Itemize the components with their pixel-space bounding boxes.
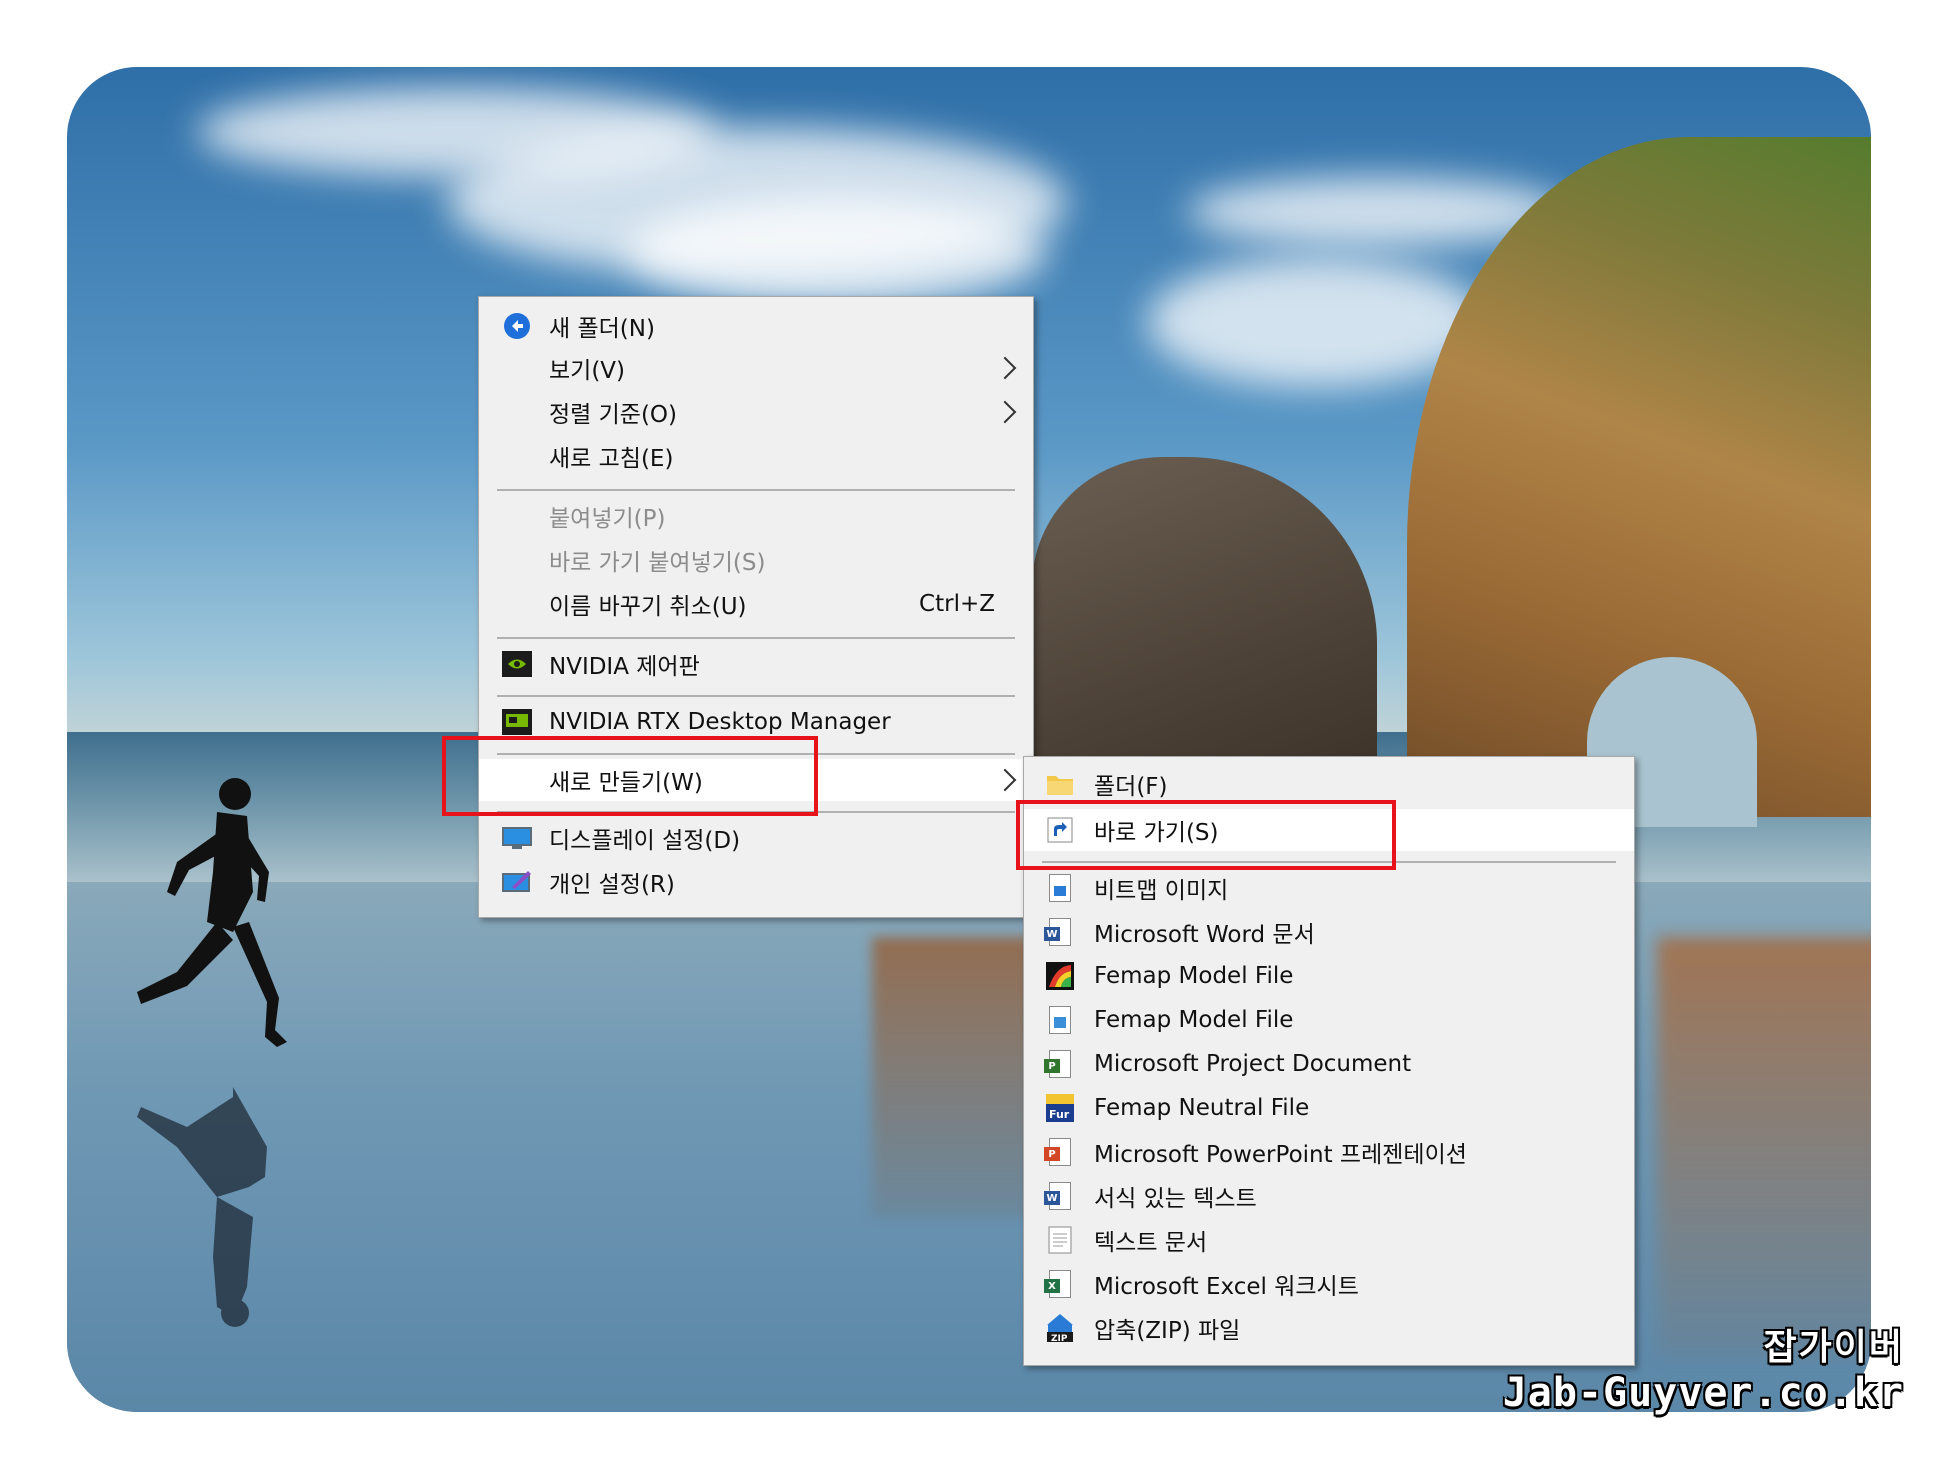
menu-item-label: Microsoft Project Document [1094, 1051, 1412, 1077]
menu-item-new-folder[interactable]: 새 폴더(N) [479, 305, 1033, 347]
menu-item-label: 폴더(F) [1094, 774, 1168, 800]
submenu-item-femap-model-2[interactable]: Femap Model File [1024, 999, 1634, 1041]
menu-item-label: Femap Model File [1094, 1007, 1294, 1033]
runner-silhouette [137, 778, 287, 1047]
menu-item-label: 개인 설정(R) [549, 872, 675, 898]
excel-icon: X [1044, 1268, 1076, 1300]
menu-item-personalize[interactable]: 개인 설정(R) [479, 861, 1033, 903]
menu-item-display-settings[interactable]: 디스플레이 설정(D) [479, 817, 1033, 859]
rich-text-icon: W [1044, 1180, 1076, 1212]
personalize-icon [501, 866, 533, 898]
submenu-item-word[interactable]: W Microsoft Word 문서 [1024, 911, 1634, 953]
menu-item-label: 바로 가기 붙여넣기(S) [549, 550, 766, 576]
highlight-box-shortcut [1016, 800, 1396, 870]
new-folder-icon [501, 310, 533, 342]
cloud [627, 197, 1047, 307]
femap-model-doc-icon [1044, 1004, 1076, 1036]
femap-model-icon [1044, 960, 1076, 992]
zip-folder-icon: ZIP [1044, 1312, 1076, 1344]
word-icon: W [1044, 916, 1076, 948]
menu-item-label: 이름 바꾸기 취소(U) [549, 594, 747, 620]
submenu-item-excel[interactable]: X Microsoft Excel 워크시트 [1024, 1263, 1634, 1305]
submenu-item-bitmap[interactable]: 비트맵 이미지 [1024, 867, 1634, 909]
menu-separator [497, 489, 1015, 491]
femap-neutral-icon: Fur [1044, 1092, 1076, 1124]
menu-item-label: 보기(V) [549, 358, 626, 384]
menu-item-label: 정렬 기준(O) [549, 402, 678, 428]
watermark-line1: 잡가이버 [1763, 1327, 1904, 1368]
submenu-item-femap-neutral[interactable]: Fur Femap Neutral File [1024, 1087, 1634, 1129]
desktop-context-menu: 새 폴더(N) 보기(V) 정렬 기준(O) 새로 고침(E) 붙여넣기(P) … [478, 296, 1034, 918]
menu-item-paste-shortcut[interactable]: 바로 가기 붙여넣기(S) [479, 539, 1033, 581]
display-icon [501, 822, 533, 854]
folder-icon [1044, 768, 1076, 800]
rock [1032, 457, 1377, 797]
chevron-right-icon [993, 356, 1017, 380]
menu-item-label: 새 폴더(N) [549, 316, 655, 342]
menu-item-label: Microsoft Excel 워크시트 [1094, 1274, 1359, 1300]
nvidia-icon [501, 648, 533, 680]
menu-item-nvidia-control-panel[interactable]: NVIDIA 제어판 [479, 643, 1033, 685]
menu-item-paste[interactable]: 붙여넣기(P) [479, 495, 1033, 537]
shortcut-text: Ctrl+Z [919, 591, 995, 617]
menu-item-label: NVIDIA 제어판 [549, 654, 700, 680]
menu-item-view[interactable]: 보기(V) [479, 347, 1033, 389]
menu-separator [497, 637, 1015, 639]
bitmap-icon [1044, 872, 1076, 904]
menu-item-label: Microsoft Word 문서 [1094, 922, 1315, 948]
menu-item-label: Microsoft PowerPoint 프레젠테이션 [1094, 1142, 1467, 1168]
runner-reflection [137, 1087, 267, 1327]
powerpoint-icon: P [1044, 1136, 1076, 1168]
cliff-reflection [1657, 937, 1871, 1357]
text-document-icon [1044, 1224, 1076, 1256]
menu-item-label: 디스플레이 설정(D) [549, 828, 741, 854]
menu-item-label: 붙여넣기(P) [549, 506, 666, 532]
menu-item-label: 텍스트 문서 [1094, 1230, 1208, 1256]
submenu-item-powerpoint[interactable]: P Microsoft PowerPoint 프레젠테이션 [1024, 1131, 1634, 1173]
menu-item-label: 압축(ZIP) 파일 [1094, 1318, 1241, 1344]
submenu-item-text-document[interactable]: 텍스트 문서 [1024, 1219, 1634, 1261]
menu-item-undo-rename[interactable]: 이름 바꾸기 취소(U) Ctrl+Z [479, 583, 1033, 625]
menu-item-sort-by[interactable]: 정렬 기준(O) [479, 391, 1033, 433]
chevron-right-icon [993, 400, 1017, 424]
svg-text:Fur: Fur [1049, 1108, 1070, 1121]
menu-item-label: NVIDIA RTX Desktop Manager [549, 709, 891, 735]
menu-item-label: Femap Neutral File [1094, 1095, 1310, 1121]
watermark-line2: Jab-Guyver.co.kr [1502, 1370, 1904, 1416]
watermark: 잡가이버 Jab-Guyver.co.kr [1503, 1318, 1904, 1416]
svg-text:ZIP: ZIP [1051, 1334, 1068, 1343]
menu-item-label: 새로 고침(E) [549, 446, 674, 472]
project-icon: P [1044, 1048, 1076, 1080]
menu-item-label: 서식 있는 텍스트 [1094, 1186, 1257, 1212]
chevron-right-icon [993, 768, 1017, 792]
submenu-item-femap-model[interactable]: Femap Model File [1024, 955, 1634, 997]
highlight-box-new [442, 736, 818, 816]
nvidia-rtx-icon [501, 706, 533, 738]
menu-item-label: 비트맵 이미지 [1094, 878, 1229, 904]
menu-separator [497, 695, 1015, 697]
menu-item-label: Femap Model File [1094, 963, 1294, 989]
submenu-item-project[interactable]: P Microsoft Project Document [1024, 1043, 1634, 1085]
menu-item-refresh[interactable]: 새로 고침(E) [479, 435, 1033, 477]
submenu-item-folder[interactable]: 폴더(F) [1024, 763, 1634, 805]
submenu-item-rich-text[interactable]: W 서식 있는 텍스트 [1024, 1175, 1634, 1217]
